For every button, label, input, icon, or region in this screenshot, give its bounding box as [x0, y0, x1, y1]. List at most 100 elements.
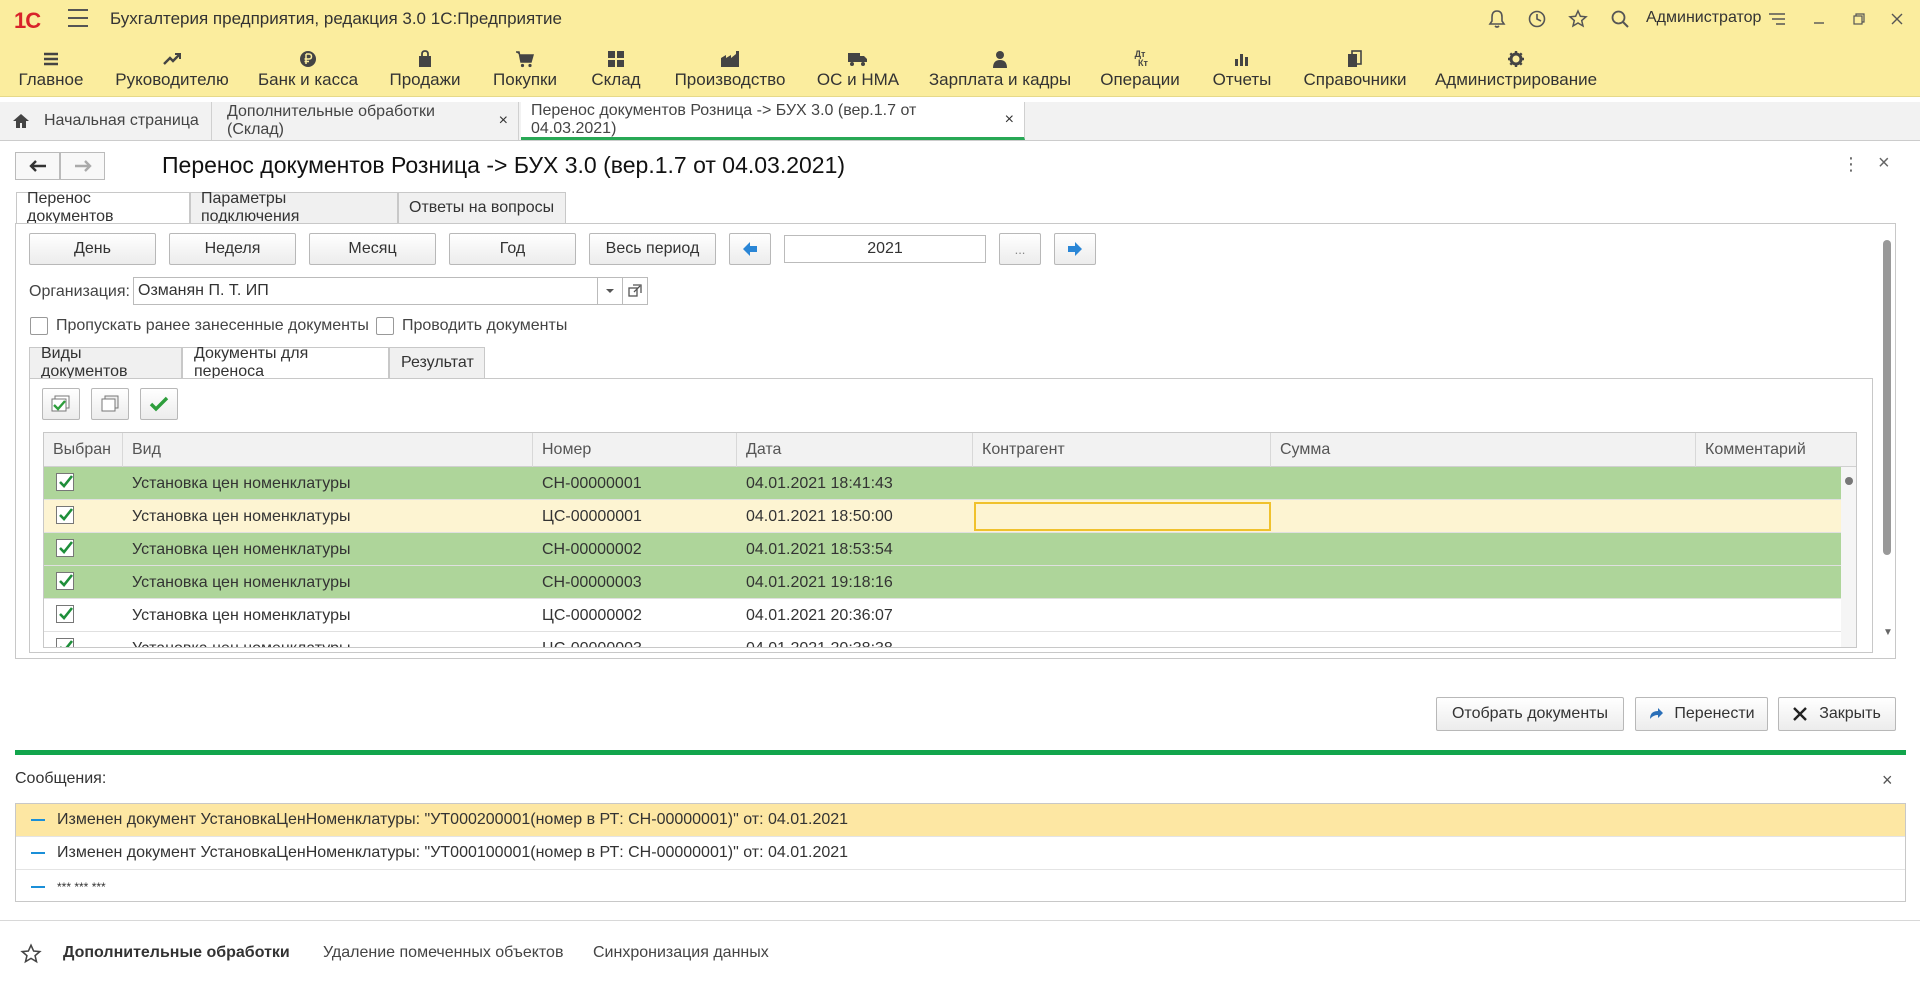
- section-salary[interactable]: Зарплата и кадры: [929, 37, 1071, 97]
- section-label: Администрирование: [1434, 70, 1598, 89]
- close-tab-icon[interactable]: ×: [1005, 111, 1014, 129]
- table-row[interactable]: Установка цен номенклатуры ЦС-00000002 0…: [44, 599, 1841, 632]
- message-item[interactable]: *** *** ***: [16, 870, 1905, 903]
- form-close-icon[interactable]: ×: [1878, 152, 1890, 175]
- search-icon[interactable]: [1607, 6, 1633, 32]
- user-name[interactable]: Администратор: [1646, 9, 1761, 27]
- column-comment[interactable]: Комментарий: [1696, 433, 1856, 467]
- tab-document-types[interactable]: Виды документов: [29, 345, 182, 380]
- section-production[interactable]: Производство: [675, 37, 785, 97]
- select-documents-button[interactable]: Отобрать документы: [1436, 697, 1624, 731]
- post-documents-checkbox[interactable]: [376, 317, 394, 335]
- column-number[interactable]: Номер: [533, 433, 737, 467]
- window-close-icon[interactable]: [1884, 6, 1910, 32]
- cell-kind: Установка цен номенклатуры: [132, 573, 351, 591]
- close-tab-icon[interactable]: ×: [499, 112, 508, 130]
- back-button[interactable]: [15, 152, 60, 180]
- cell-date: 04.01.2021 20:38:38: [746, 639, 893, 648]
- tab-faq[interactable]: Ответы на вопросы: [398, 192, 566, 224]
- row-checkbox[interactable]: [56, 539, 74, 557]
- section-admin[interactable]: Администрирование: [1435, 37, 1597, 97]
- cell-kind: Установка цен номенклатуры: [132, 507, 351, 525]
- section-assets[interactable]: ОС и НМА: [817, 37, 899, 97]
- main-menu-icon[interactable]: [68, 9, 88, 27]
- section-manager[interactable]: Руководителю: [115, 37, 229, 97]
- tab-documents-to-transfer[interactable]: Документы для переноса: [182, 345, 389, 380]
- period-month-button[interactable]: Месяц: [309, 233, 436, 265]
- form-title: Перенос документов Розница -> БУХ 3.0 (в…: [162, 152, 846, 178]
- check-all-button[interactable]: [42, 388, 80, 420]
- tab-label: Дополнительные обработки (Склад): [227, 103, 435, 138]
- section-sales[interactable]: Продажи: [390, 37, 461, 97]
- form-scrollbar-thumb[interactable]: [1883, 240, 1891, 555]
- close-button[interactable]: Закрыть: [1778, 697, 1896, 731]
- column-date[interactable]: Дата: [737, 433, 973, 467]
- period-week-button[interactable]: Неделя: [169, 233, 296, 265]
- footer-link-additional-processing[interactable]: Дополнительные обработки: [63, 944, 290, 962]
- tab-transfer-documents[interactable]: Перенос документов: [16, 190, 190, 225]
- section-warehouse[interactable]: Склад: [591, 37, 641, 97]
- check-selected-button[interactable]: [140, 388, 178, 420]
- minimize-icon[interactable]: [1806, 6, 1832, 32]
- cell-number: ЦС-00000003: [542, 639, 642, 648]
- period-day-button[interactable]: День: [29, 233, 156, 265]
- favorites-star-icon[interactable]: [1565, 6, 1591, 32]
- uncheck-all-icon: [101, 395, 119, 412]
- period-prev-button[interactable]: [729, 233, 771, 265]
- column-sum[interactable]: Сумма: [1271, 433, 1696, 467]
- table-row[interactable]: Установка цен номенклатуры СН-00000002 0…: [44, 533, 1841, 566]
- footer-link-data-sync[interactable]: Синхронизация данных: [593, 944, 769, 962]
- table-row[interactable]: Установка цен номенклатуры ЦС-00000003 0…: [44, 632, 1841, 648]
- section-label: Зарплата и кадры: [928, 70, 1072, 89]
- section-reports[interactable]: Отчеты: [1213, 37, 1271, 97]
- row-checkbox[interactable]: [56, 572, 74, 590]
- more-actions-icon[interactable]: ⋮: [1842, 154, 1860, 175]
- row-checkbox[interactable]: [56, 473, 74, 491]
- organization-input[interactable]: Озманян П. Т. ИП: [133, 277, 598, 305]
- period-select-button[interactable]: ...: [999, 233, 1041, 265]
- row-checkbox[interactable]: [56, 506, 74, 524]
- column-selected[interactable]: Выбран: [44, 433, 123, 467]
- tab-home[interactable]: Начальная страница: [0, 102, 212, 140]
- uncheck-all-button[interactable]: [91, 388, 129, 420]
- section-operations[interactable]: Дт Кт Операции: [1100, 37, 1180, 97]
- message-item[interactable]: Изменен документ УстановкаЦенНоменклатур…: [16, 837, 1905, 870]
- skip-existing-checkbox[interactable]: [30, 317, 48, 335]
- table-row[interactable]: Установка цен номенклатуры ЦС-00000001 0…: [44, 500, 1841, 533]
- favorites-star-icon[interactable]: [20, 943, 42, 970]
- period-year-button[interactable]: Год: [449, 233, 576, 265]
- section-bank[interactable]: Банк и касса: [258, 37, 358, 97]
- tab-document-transfer[interactable]: Перенос документов Розница -> БУХ 3.0 (в…: [521, 102, 1025, 140]
- form-scroll-down-icon[interactable]: ▼: [1883, 627, 1893, 638]
- tab-connection-params[interactable]: Параметры подключения: [190, 190, 398, 225]
- period-next-button[interactable]: [1054, 233, 1096, 265]
- organization-dropdown[interactable]: [597, 277, 623, 305]
- table-row[interactable]: Установка цен номенклатуры СН-00000001 0…: [44, 467, 1841, 500]
- period-year-field[interactable]: 2021: [784, 235, 986, 263]
- section-purchases[interactable]: Покупки: [493, 37, 557, 97]
- section-catalogs[interactable]: Справочники: [1304, 37, 1407, 97]
- settings-list-icon[interactable]: [1764, 6, 1790, 32]
- organization-open-button[interactable]: [622, 277, 648, 305]
- active-cell-counterparty[interactable]: [974, 502, 1271, 531]
- tab-additional-processing[interactable]: Дополнительные обработки (Склад) ×: [217, 102, 519, 140]
- restore-icon[interactable]: [1846, 6, 1872, 32]
- bell-icon[interactable]: [1484, 6, 1510, 32]
- history-icon[interactable]: [1524, 6, 1550, 32]
- section-main[interactable]: Главное: [19, 37, 83, 97]
- row-checkbox[interactable]: [56, 638, 74, 647]
- scroll-up-icon[interactable]: [1845, 477, 1853, 485]
- dt-kt-icon: Дт Кт: [1134, 49, 1148, 68]
- footer-link-delete-marked[interactable]: Удаление помеченных объектов: [323, 944, 563, 962]
- forward-button[interactable]: [60, 152, 105, 180]
- messages-close-icon[interactable]: ×: [1882, 770, 1893, 791]
- column-kind[interactable]: Вид: [123, 433, 533, 467]
- period-all-button[interactable]: Весь период: [589, 233, 716, 265]
- transfer-button[interactable]: Перенести: [1635, 697, 1768, 731]
- row-checkbox[interactable]: [56, 605, 74, 623]
- tab-result[interactable]: Результат: [389, 347, 485, 379]
- column-counterparty[interactable]: Контрагент: [973, 433, 1271, 467]
- table-scrollbar[interactable]: [1841, 467, 1856, 647]
- table-row[interactable]: Установка цен номенклатуры СН-00000003 0…: [44, 566, 1841, 599]
- message-item[interactable]: Изменен документ УстановкаЦенНоменклатур…: [16, 804, 1905, 837]
